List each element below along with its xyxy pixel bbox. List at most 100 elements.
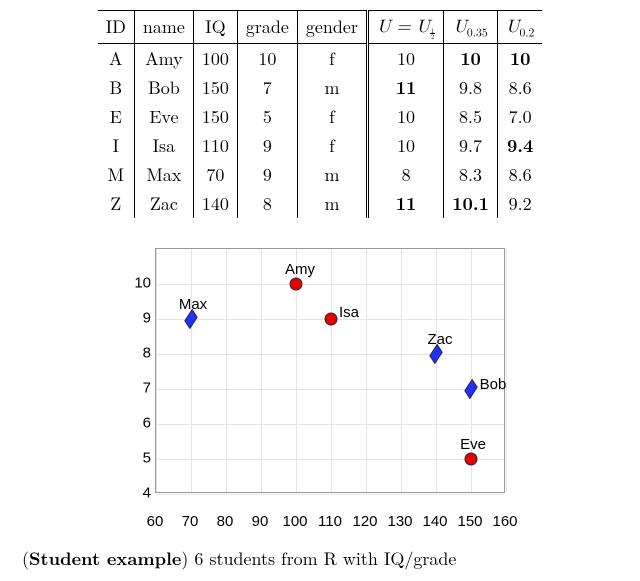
cell: I: [98, 131, 135, 160]
scatter-chart: AmyIsaEveMaxZacBob 456789106070809010011…: [115, 238, 525, 528]
cell: f: [297, 43, 367, 73]
table-row: MMax709m88.38.6: [98, 160, 543, 189]
cell: 7.0: [497, 102, 542, 131]
cell: B: [98, 73, 135, 102]
gridline-v: [401, 249, 402, 492]
point-label: Zac: [427, 331, 452, 348]
cell: 8: [237, 189, 297, 218]
ytick-label: 8: [115, 344, 151, 361]
data-point: [325, 312, 338, 325]
cell: 11: [367, 189, 443, 218]
table-row: EEve1505f108.57.0: [98, 102, 543, 131]
gridline-h: [156, 424, 504, 425]
table-row: IIsa1109f109.79.4: [98, 131, 543, 160]
hdr-iq: IQ: [193, 11, 237, 44]
point-label: Isa: [339, 304, 359, 321]
hdr-id: ID: [98, 11, 135, 44]
cell: 9.8: [444, 73, 498, 102]
caption-paren: (: [22, 546, 29, 571]
table-header-row: ID name IQ grade gender U = U12 U0.35 U0…: [98, 11, 543, 44]
xtick-label: 100: [282, 513, 307, 530]
xtick-label: 80: [217, 513, 234, 530]
hdr-u-half: U = U12: [367, 11, 443, 44]
cell: 8.3: [444, 160, 498, 189]
point-label: Eve: [460, 436, 486, 453]
point-label: Bob: [480, 376, 507, 393]
xtick-label: 70: [182, 513, 199, 530]
table-row: BBob1507m119.88.6: [98, 73, 543, 102]
hdr-gender: gender: [297, 11, 367, 44]
gridline-h: [156, 459, 504, 460]
gridline-v: [436, 249, 437, 492]
gridline-v: [156, 249, 157, 492]
cell: 11: [367, 73, 443, 102]
cell: Z: [98, 189, 135, 218]
cell: m: [297, 189, 367, 218]
cell: Zac: [134, 189, 193, 218]
xtick-label: 60: [147, 513, 164, 530]
caption-fragment: (Student example) 6 students from R with…: [18, 546, 622, 571]
ytick-label: 10: [115, 274, 151, 291]
students-table: ID name IQ grade gender U = U12 U0.35 U0…: [98, 10, 543, 218]
plot-area: Amy Isa Eve Max Zac Bob: [155, 248, 505, 493]
cell: 8.6: [497, 160, 542, 189]
cell: 9.7: [444, 131, 498, 160]
gridline-h: [156, 494, 504, 495]
gridline-v: [366, 249, 367, 492]
cell: 10: [444, 43, 498, 73]
data-point: [464, 378, 477, 399]
gridline-v: [191, 249, 192, 492]
cell: 7: [237, 73, 297, 102]
cell: 100: [193, 43, 237, 73]
xtick-label: 130: [387, 513, 412, 530]
cell: f: [297, 102, 367, 131]
cell: m: [297, 73, 367, 102]
ytick-label: 5: [115, 449, 151, 466]
xtick-label: 150: [457, 513, 482, 530]
table-row: ZZac1408m1110.19.2: [98, 189, 543, 218]
ytick-label: 4: [115, 484, 151, 501]
xtick-label: 110: [318, 513, 342, 530]
cell: 110: [193, 131, 237, 160]
data-point: [465, 452, 478, 465]
cell: 10: [497, 43, 542, 73]
cell: 9.2: [497, 189, 542, 218]
cell: 5: [237, 102, 297, 131]
gridline-h: [156, 354, 504, 355]
hdr-u-half-sym: U = U: [377, 18, 430, 36]
hdr-u-02-sym: U: [506, 18, 520, 36]
hdr-grade: grade: [237, 11, 297, 44]
hdr-u-02: U0.2: [497, 11, 542, 44]
hdr-u-035: U0.35: [444, 11, 498, 44]
gridline-v: [226, 249, 227, 492]
gridline-v: [331, 249, 332, 492]
gridline-h: [156, 284, 504, 285]
data-point: [290, 277, 303, 290]
cell: 9.4: [497, 131, 542, 160]
caption-bold: Student example: [29, 546, 181, 571]
point-label: Max: [179, 296, 207, 313]
cell: 10: [237, 43, 297, 73]
cell: Eve: [134, 102, 193, 131]
hdr-u-035-sym: U: [453, 18, 467, 36]
gridline-v: [506, 249, 507, 492]
ytick-label: 9: [115, 309, 151, 326]
caption-rest: ) 6 students from R with IQ/grade: [181, 546, 456, 571]
cell: M: [98, 160, 135, 189]
cell: 8.5: [444, 102, 498, 131]
xtick-label: 140: [422, 513, 447, 530]
cell: 8.6: [497, 73, 542, 102]
xtick-label: 160: [492, 513, 517, 530]
xtick-label: 120: [352, 513, 377, 530]
cell: 10: [367, 102, 443, 131]
cell: A: [98, 43, 135, 73]
cell: 140: [193, 189, 237, 218]
gridline-h: [156, 389, 504, 390]
cell: Amy: [134, 43, 193, 73]
ytick-label: 6: [115, 414, 151, 431]
gridline-v: [261, 249, 262, 492]
point-label: Amy: [285, 261, 315, 278]
cell: 9: [237, 160, 297, 189]
cell: m: [297, 160, 367, 189]
cell: 10: [367, 131, 443, 160]
